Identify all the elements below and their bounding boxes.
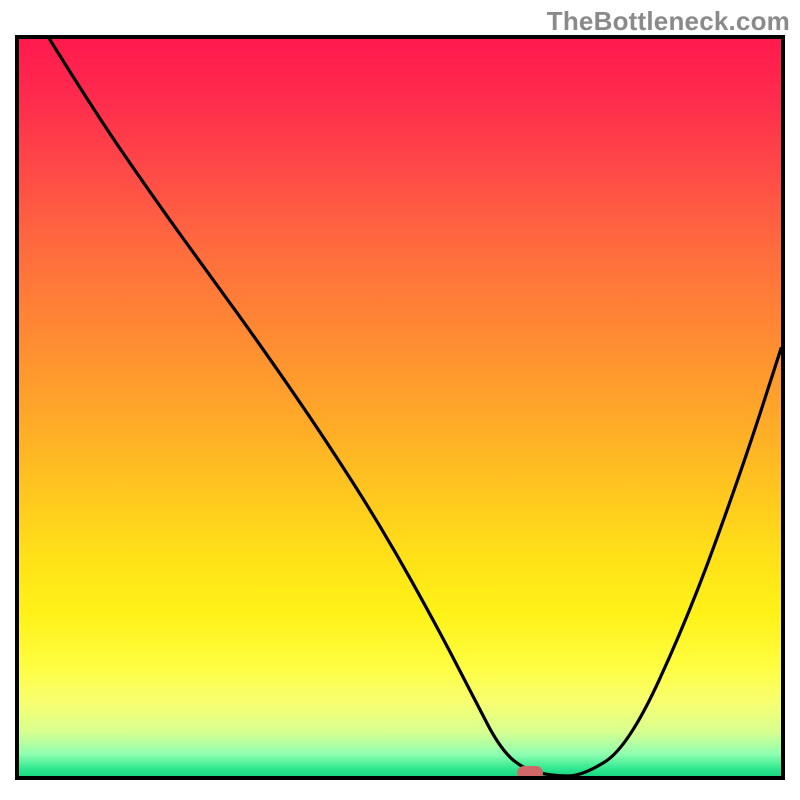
- bottleneck-curve: [50, 39, 782, 776]
- watermark-text: TheBottleneck.com: [547, 6, 790, 37]
- plot-area: [15, 35, 785, 780]
- chart-container: TheBottleneck.com: [0, 0, 800, 800]
- curve-svg: [19, 39, 781, 776]
- optimal-marker: [517, 766, 543, 780]
